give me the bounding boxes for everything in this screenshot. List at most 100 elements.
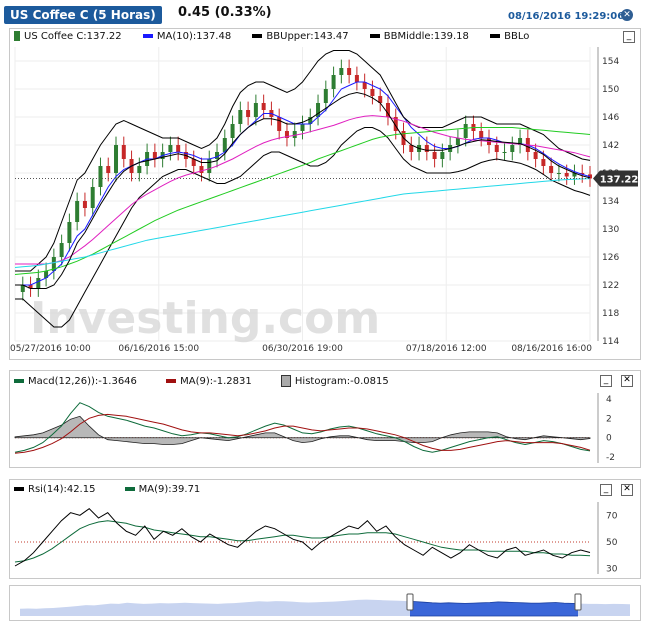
candle-body (277, 117, 282, 131)
y-tick-label: 0 (606, 434, 612, 444)
legend-label: Macd(12,26)):-1.3646 (28, 376, 137, 387)
candle-body (370, 89, 375, 96)
x-tick-label: 07/18/2016 12:00 (406, 344, 487, 354)
y-tick-label: 146 (602, 113, 619, 123)
x-tick-label: 05/27/2016 10:00 (10, 344, 91, 354)
line-icon (252, 34, 263, 38)
navigator-handle-left (406, 593, 414, 611)
legend-item-rsi: Rsi(14):42.15 (14, 484, 95, 495)
series-line-rsi (14, 508, 591, 567)
y-tick-label: 50 (606, 538, 618, 548)
y-tick-label: 4 (606, 395, 612, 405)
candle-body (222, 138, 227, 152)
legend-item-histogram: Histogram:-0.0815 (280, 375, 389, 387)
candle-body (494, 145, 499, 152)
candle-body (323, 89, 328, 103)
timestamp: 08/16/2016 19:29:06 (508, 11, 625, 22)
candle-body (199, 166, 204, 173)
legend-item-bbupper: BBUpper:143.47 (252, 31, 349, 42)
candle-body (90, 187, 95, 208)
y-tick-label: 150 (602, 85, 619, 95)
legend-label: BBMiddle:139.18 (383, 31, 469, 42)
minimize-button[interactable]: _ (600, 484, 612, 496)
close-panel-button[interactable]: ✕ (621, 484, 633, 496)
candle-body (238, 110, 243, 124)
candle-body (98, 166, 103, 187)
y-tick-label: 154 (602, 57, 619, 67)
legend-item-price: US Coffee C:137.22 (14, 31, 122, 42)
legend-label: Histogram:-0.0815 (294, 376, 389, 387)
line-icon (124, 487, 135, 491)
macd-legend: Macd(12,26)):-1.3646 MA(9):-1.2831 Histo… (14, 375, 389, 387)
candle-body (230, 124, 235, 138)
candle-body (440, 152, 445, 159)
rsi-legend: Rsi(14):42.15 MA(9):39.71 (14, 484, 200, 495)
legend-label: BBUpper:143.47 (266, 31, 349, 42)
navigator-chart[interactable] (10, 586, 640, 620)
y-tick-label: 30 (606, 565, 618, 575)
series-line-rsi-ma (14, 520, 591, 563)
price-chart: 11411812212613013413814214615015405/27/2… (10, 47, 639, 354)
legend-item-macd-ma: MA(9):-1.2831 (166, 376, 252, 387)
price-tag-label: 137.22 (600, 174, 639, 185)
candle-body (246, 110, 251, 117)
legend-label: US Coffee C:137.22 (24, 31, 122, 42)
histogram-icon (280, 375, 291, 387)
line-icon (142, 34, 153, 38)
series-line-macd-ma (14, 413, 591, 454)
candle-body (455, 138, 460, 145)
legend-item-rsi-ma: MA(9):39.71 (124, 484, 201, 495)
legend-label: BBLo (504, 31, 530, 42)
macd-chart: 4 2 0 -2 (14, 393, 615, 463)
chart-header: US Coffee C (5 Horas) 0.45 (0.33%) 08/16… (0, 0, 650, 28)
line-icon (14, 379, 24, 383)
rsi-chart: 70 50 30 (14, 502, 618, 575)
candle-body (354, 75, 359, 82)
instrument-title[interactable]: US Coffee C (5 Horas) (4, 6, 162, 24)
candle-body (432, 152, 437, 159)
legend-item-bblower: BBLo (490, 31, 529, 42)
candle-body (424, 145, 429, 152)
close-icon[interactable]: ✕ (621, 9, 633, 21)
candle-body (479, 131, 484, 138)
navigator-panel[interactable] (9, 585, 641, 621)
legend-item-macd: Macd(12,26)):-1.3646 (14, 376, 137, 387)
histogram-area (14, 415, 591, 445)
candle-body (510, 145, 515, 152)
line-icon (369, 34, 380, 38)
macd-panel: Macd(12,26)):-1.3646 MA(9):-1.2831 Histo… (9, 370, 641, 468)
x-tick-label: 06/16/2016 15:00 (118, 344, 199, 354)
close-panel-button[interactable]: ✕ (621, 375, 633, 387)
candle-body (59, 243, 64, 257)
y-tick-label: 142 (602, 141, 619, 151)
candle-body (331, 75, 336, 89)
candle-body (137, 166, 142, 173)
navigator-handle-right (574, 593, 582, 611)
minimize-button[interactable]: _ (623, 31, 635, 43)
minimize-button[interactable]: _ (600, 375, 612, 387)
y-tick-label: 118 (602, 309, 619, 319)
candle-body (549, 166, 554, 173)
legend-label: MA(9):-1.2831 (180, 376, 252, 387)
candle-body (463, 124, 468, 138)
candle-body (541, 159, 546, 166)
x-tick-label: 06/30/2016 19:00 (262, 344, 343, 354)
line-icon (490, 34, 501, 38)
y-tick-label: -2 (606, 453, 615, 463)
candle-icon (14, 31, 20, 41)
candle-body (176, 145, 181, 152)
candle-body (114, 145, 119, 173)
y-tick-label: 122 (602, 281, 619, 291)
candle-body (300, 124, 305, 131)
x-tick-label: 08/16/2016 16:00 (511, 344, 592, 354)
candle-body (207, 159, 212, 173)
candle-body (106, 166, 111, 173)
y-tick-label: 70 (606, 511, 618, 521)
candle-body (75, 201, 80, 222)
legend-label: MA(9):39.71 (138, 484, 201, 495)
candle-body (502, 152, 507, 153)
price-panel: US Coffee C:137.22 MA(10):137.48 BBUpper… (9, 28, 641, 360)
legend-item-bbmiddle: BBMiddle:139.18 (369, 31, 469, 42)
candle-body (556, 173, 561, 174)
candle-body (564, 173, 569, 177)
